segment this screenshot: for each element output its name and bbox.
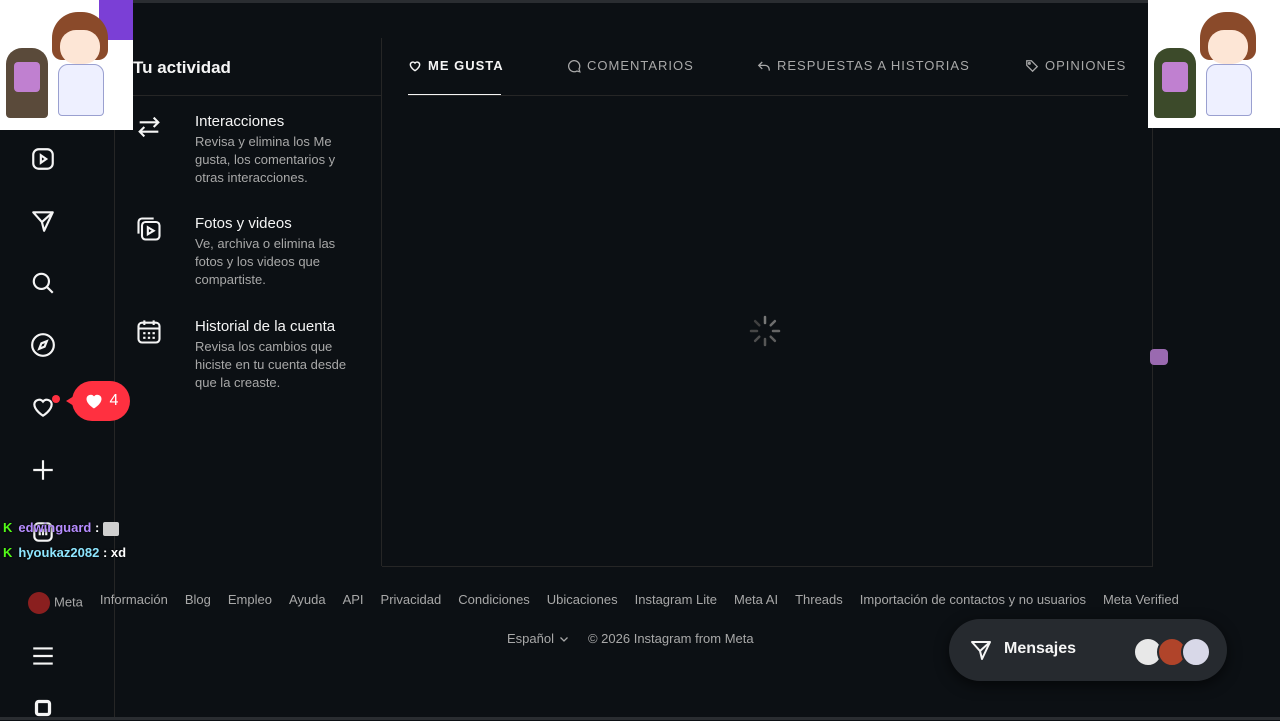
language-label: Español — [507, 631, 554, 646]
jukebox-image — [1154, 48, 1196, 118]
messages-button[interactable]: Mensajes — [949, 619, 1227, 681]
footer-link[interactable]: Privacidad — [381, 592, 442, 614]
heart-icon — [409, 60, 421, 72]
footer-link[interactable]: Meta AI — [734, 592, 778, 614]
meta-logo-icon — [28, 592, 50, 614]
chevron-down-icon — [560, 636, 568, 642]
tag-icon — [1026, 59, 1039, 72]
photos-videos-icon — [135, 215, 163, 243]
create-icon[interactable] — [28, 455, 58, 485]
tab-label: COMENTARIOS — [587, 58, 694, 73]
stream-overlay-character-left — [0, 0, 133, 130]
activity-item-desc: Revisa los cambios que hiciste en tu cue… — [195, 339, 347, 390]
activity-item-photos-videos[interactable]: Fotos y videos Ve, archiva o elimina las… — [135, 215, 375, 287]
chat-text: : xd — [102, 545, 127, 560]
chat-username: hyoukaz2082 — [18, 545, 100, 560]
explore-icon[interactable] — [28, 330, 58, 360]
more-menu-icon[interactable] — [28, 641, 58, 671]
copyright: © 2026 Instagram from Meta — [587, 631, 754, 646]
top-border — [0, 0, 1280, 3]
kick-icon: K — [3, 520, 13, 535]
footer-link[interactable]: Información — [100, 592, 168, 614]
also-from-meta-icon[interactable] — [28, 698, 58, 718]
tab-label: ME GUSTA — [428, 58, 504, 73]
active-tab-indicator — [408, 94, 501, 95]
activity-item-interactions[interactable]: Interacciones Revisa y elimina los Me gu… — [135, 113, 375, 185]
character-body — [58, 64, 104, 116]
footer-bottom: Español © 2026 Instagram from Meta — [507, 631, 754, 646]
tab-likes[interactable]: ME GUSTA — [408, 58, 504, 73]
tab-story-replies[interactable]: RESPUESTAS A HISTORIAS — [757, 58, 970, 73]
jukebox-image — [6, 48, 48, 118]
footer-link[interactable]: Meta Verified — [1103, 592, 1179, 614]
footer-link-meta[interactable]: Meta — [28, 592, 83, 614]
divider — [115, 95, 381, 96]
notification-dot — [52, 395, 60, 403]
chat-username: edwinguard — [18, 520, 92, 535]
activity-content-panel: ME GUSTA COMENTARIOS RESPUESTAS A HISTOR… — [382, 38, 1153, 567]
comment-icon — [568, 59, 581, 73]
language-select[interactable]: Español — [507, 631, 570, 646]
activity-item-title: Historial de la cuenta — [195, 318, 336, 335]
chat-message: Kedwinguard : — [3, 520, 119, 536]
direct-messages-icon[interactable] — [28, 206, 58, 236]
messages-label: Mensajes — [1004, 640, 1077, 657]
footer-link[interactable]: Ubicaciones — [547, 592, 618, 614]
character-face — [1208, 30, 1248, 64]
emote-icon — [102, 521, 119, 536]
footer-link[interactable]: Blog — [185, 592, 211, 614]
tab-label: RESPUESTAS A HISTORIAS — [777, 58, 970, 73]
activity-item-desc: Ve, archiva o elimina las fotos y los vi… — [195, 236, 336, 287]
overlay-sticker — [1150, 349, 1168, 365]
footer-link[interactable]: API — [343, 592, 364, 614]
activity-item-account-history[interactable]: Historial de la cuenta Revisa los cambio… — [135, 318, 375, 390]
activity-title: Tu actividad — [133, 58, 231, 77]
footer-link[interactable]: Instagram Lite — [635, 592, 717, 614]
stream-overlay-character-right — [1148, 0, 1280, 128]
tab-label: OPINIONES — [1045, 58, 1127, 73]
chat-message: Khyoukaz2082 : xd — [3, 545, 126, 560]
recent-chats-avatars — [1133, 637, 1213, 667]
tab-comments[interactable]: COMENTARIOS — [567, 58, 694, 73]
activity-item-title: Fotos y videos — [195, 215, 292, 232]
footer-link[interactable]: Threads — [795, 592, 843, 614]
footer-link[interactable]: Ayuda — [289, 592, 326, 614]
interactions-arrows-icon — [135, 113, 163, 141]
calendar-icon — [135, 318, 163, 346]
reels-icon[interactable] — [28, 144, 58, 174]
direct-messages-icon — [971, 641, 991, 660]
activity-item-desc: Revisa y elimina los Me gusta, los comen… — [195, 134, 336, 185]
chat-text: : — [94, 520, 100, 535]
activity-tabs: ME GUSTA COMENTARIOS RESPUESTAS A HISTOR… — [408, 38, 1128, 96]
footer-link[interactable]: Empleo — [228, 592, 272, 614]
loading-spinner-icon — [749, 315, 781, 347]
footer-links: Meta Información Blog Empleo Ayuda API P… — [28, 592, 1179, 614]
activity-sidebar: Tu actividad Interacciones Revisa y elim… — [115, 38, 382, 566]
kick-icon: K — [3, 545, 13, 560]
search-icon[interactable] — [28, 268, 58, 298]
reply-icon — [757, 60, 770, 71]
footer-link[interactable]: Importación de contactos y no usuarios — [860, 592, 1086, 614]
character-body — [1206, 64, 1252, 116]
character-face — [60, 30, 100, 64]
tab-reviews[interactable]: OPINIONES — [1025, 58, 1126, 73]
heart-icon — [86, 394, 102, 409]
avatar — [1181, 637, 1211, 667]
activity-item-title: Interacciones — [195, 113, 285, 130]
footer-link[interactable]: Condiciones — [458, 592, 530, 614]
